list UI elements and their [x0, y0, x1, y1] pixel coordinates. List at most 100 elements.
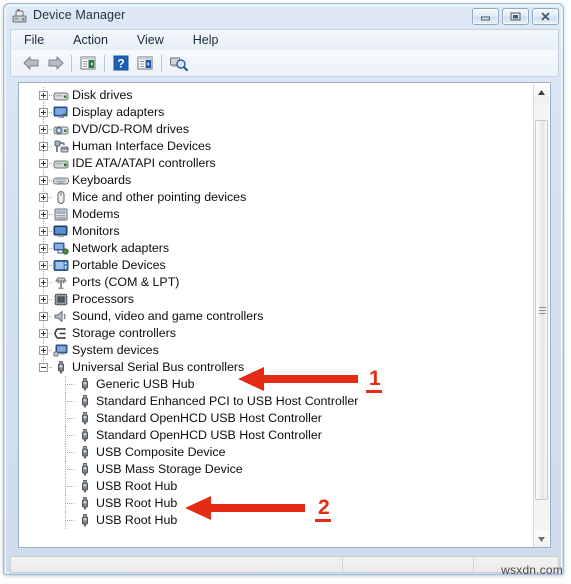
- tree-connector: [65, 486, 75, 487]
- tree-node-category[interactable]: Modems: [19, 206, 535, 223]
- tree-node-category[interactable]: Disk drives: [19, 87, 535, 104]
- annotation-underline-2: [315, 519, 331, 522]
- tree-node-device[interactable]: Generic USB Hub: [19, 376, 535, 393]
- tree-node-category[interactable]: Monitors: [19, 223, 535, 240]
- help-icon[interactable]: ?: [109, 52, 133, 75]
- tree-node-device[interactable]: Standard OpenHCD USB Host Controller: [19, 427, 535, 444]
- tree-node-device[interactable]: USB Root Hub: [19, 495, 535, 512]
- tree-node-device[interactable]: USB Mass Storage Device: [19, 461, 535, 478]
- vertical-scrollbar[interactable]: [533, 84, 549, 547]
- usb-device-icon: [77, 462, 93, 477]
- tree-node-label: Processors: [72, 292, 134, 306]
- tree-expand-toggle[interactable]: [39, 261, 48, 270]
- tree-connector: [65, 469, 75, 470]
- tree-expand-toggle[interactable]: [39, 125, 48, 134]
- tree-connector: [65, 435, 75, 436]
- tree-expand-toggle[interactable]: [39, 244, 48, 253]
- tree-node-category[interactable]: IDE ATA/ATAPI controllers: [19, 155, 535, 172]
- minimize-button[interactable]: [472, 8, 499, 25]
- tree-node-category[interactable]: Display adapters: [19, 104, 535, 121]
- usb-device-icon: [77, 428, 93, 443]
- menu-help[interactable]: Help: [191, 32, 221, 48]
- tree-node-category[interactable]: Sound, video and game controllers: [19, 308, 535, 325]
- tree-node-category[interactable]: Storage controllers: [19, 325, 535, 342]
- tree-node-label: Ports (COM & LPT): [72, 275, 180, 289]
- hid-icon: [53, 139, 69, 154]
- tree-expand-toggle[interactable]: [39, 210, 48, 219]
- toolbar-separator-2: [104, 54, 105, 72]
- tree-node-category[interactable]: Human Interface Devices: [19, 138, 535, 155]
- scan-for-hardware-changes-icon[interactable]: [166, 52, 190, 75]
- mouse-icon: [53, 190, 69, 205]
- menu-view[interactable]: View: [135, 32, 166, 48]
- tree-expand-toggle[interactable]: [39, 142, 48, 151]
- scroll-thumb[interactable]: [535, 120, 548, 500]
- portable-device-icon: [53, 258, 69, 273]
- screenshot-root: Device Manager File Action View Help ? D…: [0, 0, 571, 584]
- tree-node-label: System devices: [72, 343, 159, 357]
- tree-expand-toggle[interactable]: [39, 91, 48, 100]
- forward-icon[interactable]: [43, 52, 67, 75]
- keyboard-icon: [53, 173, 69, 188]
- tree-node-category[interactable]: Portable Devices: [19, 257, 535, 274]
- tree-expand-toggle[interactable]: [39, 159, 48, 168]
- menu-file[interactable]: File: [22, 32, 46, 48]
- tree-node-category[interactable]: Ports (COM & LPT): [19, 274, 535, 291]
- tree-node-category[interactable]: Universal Serial Bus controllers: [19, 359, 535, 376]
- tree-node-device[interactable]: Standard Enhanced PCI to USB Host Contro…: [19, 393, 535, 410]
- tree-expand-toggle[interactable]: [39, 176, 48, 185]
- tree-node-category[interactable]: DVD/CD-ROM drives: [19, 121, 535, 138]
- device-tree-panel[interactable]: Disk drives Display adapters DVD/CD-ROM dr…: [18, 82, 551, 548]
- tree-expand-toggle[interactable]: [39, 312, 48, 321]
- tree-expand-toggle[interactable]: [39, 193, 48, 202]
- annotation-underline-1: [366, 390, 382, 393]
- title-bar[interactable]: Device Manager: [4, 4, 565, 29]
- toolbar: ?: [10, 50, 559, 77]
- tree-node-category[interactable]: Keyboards: [19, 172, 535, 189]
- tree-node-label: Modems: [72, 207, 120, 221]
- tree-expand-toggle[interactable]: [39, 227, 48, 236]
- monitor-icon: [53, 224, 69, 239]
- tree-node-device[interactable]: Standard OpenHCD USB Host Controller: [19, 410, 535, 427]
- tree-node-category[interactable]: Network adapters: [19, 240, 535, 257]
- tree-connector: [65, 452, 75, 453]
- tree-connector: [65, 384, 75, 385]
- tree-node-label: Standard OpenHCD USB Host Controller: [96, 428, 322, 442]
- tree-node-label: Standard OpenHCD USB Host Controller: [96, 411, 322, 425]
- toolbar-separator-3: [161, 54, 162, 72]
- tree-node-category[interactable]: Processors: [19, 291, 535, 308]
- usb-icon: [53, 360, 69, 375]
- back-icon[interactable]: [19, 52, 43, 75]
- maximize-button[interactable]: [502, 8, 529, 25]
- properties-icon[interactable]: [133, 52, 157, 75]
- tree-node-label: USB Mass Storage Device: [96, 462, 243, 476]
- network-adapter-icon: [53, 241, 69, 256]
- tree-expand-toggle[interactable]: [39, 329, 48, 338]
- tree-node-label: Display adapters: [72, 105, 165, 119]
- show-hide-console-tree-icon[interactable]: [76, 52, 100, 75]
- modem-icon: [53, 207, 69, 222]
- usb-device-icon: [77, 377, 93, 392]
- tree-node-device[interactable]: USB Root Hub: [19, 512, 535, 529]
- status-divider-2: [473, 557, 474, 572]
- scroll-up-icon[interactable]: [534, 84, 549, 101]
- tree-node-device[interactable]: USB Root Hub: [19, 478, 535, 495]
- port-icon: [53, 275, 69, 290]
- tree-node-category[interactable]: Mice and other pointing devices: [19, 189, 535, 206]
- menu-bar: File Action View Help: [10, 29, 559, 50]
- scroll-down-icon[interactable]: [534, 531, 549, 547]
- tree-collapse-toggle[interactable]: [39, 363, 48, 372]
- dvd-drive-icon: [53, 122, 69, 137]
- tree-node-category[interactable]: System devices: [19, 342, 535, 359]
- tree-expand-toggle[interactable]: [39, 295, 48, 304]
- display-adapter-icon: [53, 105, 69, 120]
- tree-node-device[interactable]: USB Composite Device: [19, 444, 535, 461]
- usb-device-icon: [77, 479, 93, 494]
- window-buttons: [472, 8, 559, 25]
- tree-expand-toggle[interactable]: [39, 346, 48, 355]
- status-bar: [10, 556, 559, 573]
- menu-action[interactable]: Action: [71, 32, 110, 48]
- tree-expand-toggle[interactable]: [39, 108, 48, 117]
- tree-expand-toggle[interactable]: [39, 278, 48, 287]
- close-button[interactable]: [532, 8, 559, 25]
